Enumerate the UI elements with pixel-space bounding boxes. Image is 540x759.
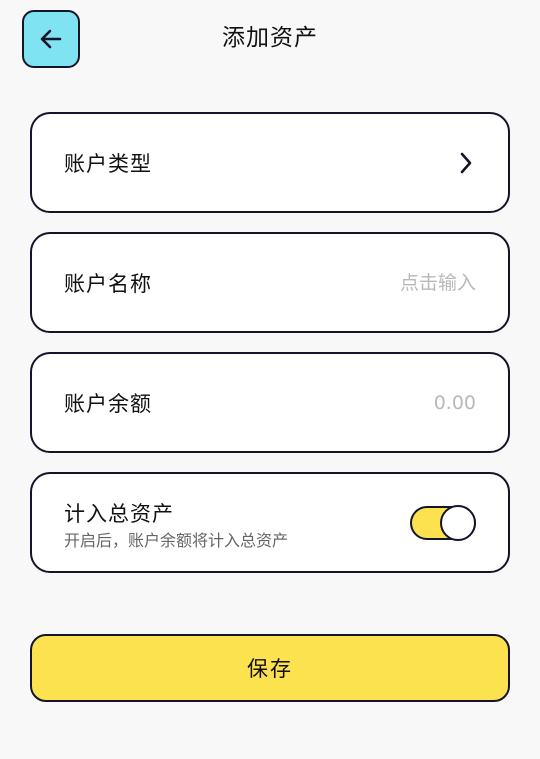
save-button[interactable]: 保存 bbox=[30, 634, 510, 702]
account-type-label: 账户类型 bbox=[64, 151, 152, 176]
account-balance-label: 账户余额 bbox=[64, 391, 152, 416]
account-name-label: 账户名称 bbox=[64, 271, 152, 296]
include-total-description: 开启后，账户余额将计入总资产 bbox=[64, 531, 289, 550]
account-name-input[interactable] bbox=[276, 271, 476, 294]
include-total-toggle[interactable] bbox=[410, 505, 476, 541]
account-name-row: 账户名称 bbox=[30, 232, 510, 333]
add-asset-page: 添加资产 账户类型 账户名称 账户余额 计入总资产 开启后，账户余额将计入总资产… bbox=[0, 0, 540, 759]
account-balance-row: 账户余额 bbox=[30, 352, 510, 453]
account-type-row[interactable]: 账户类型 bbox=[30, 112, 510, 213]
toggle-knob bbox=[440, 505, 476, 541]
chevron-right-icon bbox=[460, 152, 472, 173]
page-title: 添加资产 bbox=[222, 25, 318, 51]
account-balance-input[interactable] bbox=[276, 391, 476, 414]
include-total-row: 计入总资产 开启后，账户余额将计入总资产 bbox=[30, 472, 510, 573]
include-total-label: 计入总资产 bbox=[64, 502, 174, 526]
